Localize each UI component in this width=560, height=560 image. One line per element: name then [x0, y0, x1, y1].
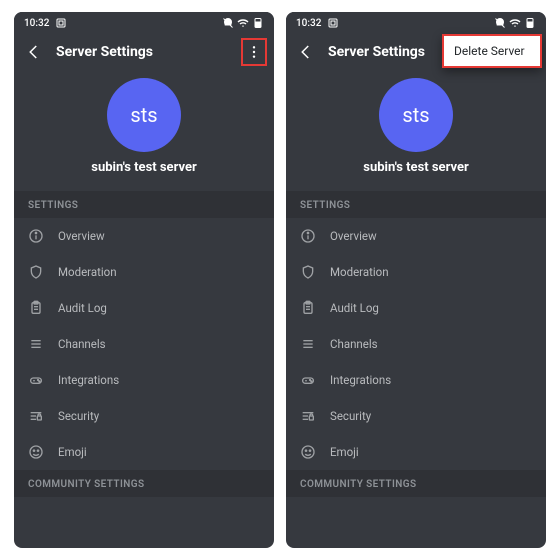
settings-item-emoji[interactable]: Emoji	[286, 434, 546, 470]
more-button[interactable]	[242, 40, 266, 64]
back-button[interactable]	[294, 40, 318, 64]
settings-item-security[interactable]: Security	[14, 398, 274, 434]
settings-item-audit-log[interactable]: Audit Log	[286, 290, 546, 326]
lock-lines-icon	[300, 408, 316, 424]
wifi-icon	[237, 17, 249, 29]
settings-item-emoji[interactable]: Emoji	[14, 434, 274, 470]
settings-item-moderation[interactable]: Moderation	[14, 254, 274, 290]
settings-list: Overview Moderation Audit Log Channels I…	[14, 218, 274, 470]
emoji-icon	[300, 444, 316, 460]
back-button[interactable]	[22, 40, 46, 64]
clipboard-icon	[300, 300, 316, 316]
battery-icon	[252, 17, 264, 29]
server-name: subin's test server	[91, 160, 196, 175]
dnd-icon	[494, 17, 506, 29]
section-header-community: COMMUNITY SETTINGS	[286, 470, 546, 497]
status-time: 10:32	[24, 18, 49, 29]
settings-item-label: Channels	[58, 337, 106, 351]
page-title: Server Settings	[328, 44, 425, 60]
dnd-icon	[222, 17, 234, 29]
screenshot-icon	[55, 17, 67, 29]
lines-icon	[28, 336, 44, 352]
lines-icon	[300, 336, 316, 352]
controller-icon	[300, 372, 316, 388]
phone-left: 10:32 Server Settings sts subin's test s…	[14, 12, 274, 548]
settings-item-label: Moderation	[58, 265, 117, 279]
arrow-left-icon	[25, 43, 43, 61]
settings-item-integrations[interactable]: Integrations	[286, 362, 546, 398]
settings-item-label: Moderation	[330, 265, 389, 279]
settings-item-channels[interactable]: Channels	[286, 326, 546, 362]
screenshot-icon	[327, 17, 339, 29]
settings-item-label: Emoji	[58, 445, 87, 459]
settings-item-label: Overview	[330, 229, 377, 243]
status-time: 10:32	[296, 18, 321, 29]
battery-icon	[524, 17, 536, 29]
settings-item-label: Integrations	[330, 373, 391, 387]
settings-item-channels[interactable]: Channels	[14, 326, 274, 362]
settings-item-label: Overview	[58, 229, 105, 243]
emoji-icon	[28, 444, 44, 460]
settings-item-overview[interactable]: Overview	[14, 218, 274, 254]
delete-server-menu-item[interactable]: Delete Server	[442, 36, 542, 66]
settings-item-label: Security	[58, 409, 99, 423]
phone-right: 10:32 Server Settings Delete Server	[286, 12, 546, 548]
settings-item-label: Channels	[330, 337, 378, 351]
section-header-community: COMMUNITY SETTINGS	[14, 470, 274, 497]
settings-item-label: Integrations	[58, 373, 119, 387]
status-icons	[494, 17, 536, 29]
settings-item-label: Emoji	[330, 445, 359, 459]
wifi-icon	[509, 17, 521, 29]
settings-item-label: Audit Log	[330, 301, 379, 315]
server-avatar[interactable]: sts	[379, 78, 453, 152]
clipboard-icon	[28, 300, 44, 316]
section-header-settings: SETTINGS	[14, 191, 274, 218]
settings-item-overview[interactable]: Overview	[286, 218, 546, 254]
status-bar: 10:32	[286, 12, 546, 34]
arrow-left-icon	[297, 43, 315, 61]
settings-item-label: Security	[330, 409, 371, 423]
shield-icon	[28, 264, 44, 280]
overflow-menu: Delete Server	[442, 34, 542, 68]
info-icon	[300, 228, 316, 244]
status-bar: 10:32	[14, 12, 274, 34]
server-identity: sts subin's test server	[14, 70, 274, 191]
more-vertical-icon	[246, 44, 262, 60]
status-icons	[222, 17, 264, 29]
controller-icon	[28, 372, 44, 388]
shield-icon	[300, 264, 316, 280]
server-identity: sts subin's test server	[286, 70, 546, 191]
settings-item-moderation[interactable]: Moderation	[286, 254, 546, 290]
lock-lines-icon	[28, 408, 44, 424]
section-header-settings: SETTINGS	[286, 191, 546, 218]
info-icon	[28, 228, 44, 244]
settings-item-security[interactable]: Security	[286, 398, 546, 434]
app-header: Server Settings	[14, 34, 274, 70]
settings-item-label: Audit Log	[58, 301, 107, 315]
server-avatar[interactable]: sts	[107, 78, 181, 152]
page-title: Server Settings	[56, 44, 153, 60]
settings-list: Overview Moderation Audit Log Channels I…	[286, 218, 546, 470]
server-name: subin's test server	[363, 160, 468, 175]
settings-item-audit-log[interactable]: Audit Log	[14, 290, 274, 326]
settings-item-integrations[interactable]: Integrations	[14, 362, 274, 398]
